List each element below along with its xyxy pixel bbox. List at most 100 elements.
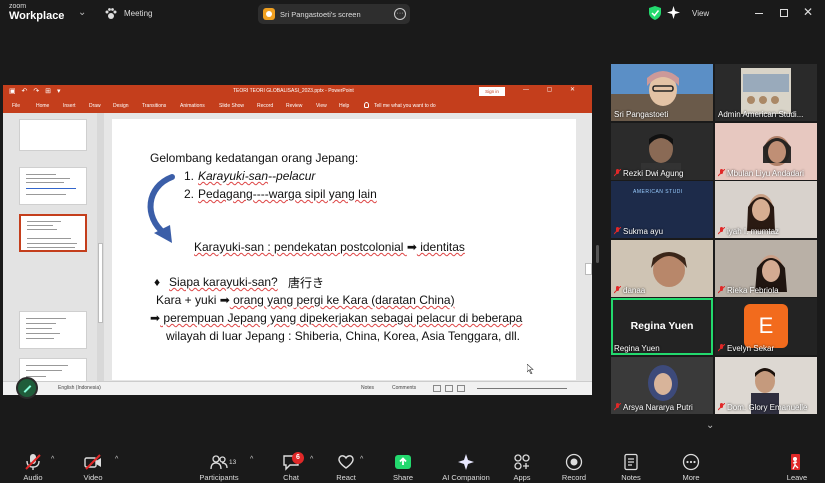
participant-tile-active-speaker[interactable]: Regina Yuen Regina Yuen <box>611 298 713 355</box>
ppt-menu-view[interactable]: View <box>316 103 327 109</box>
approach-line: Karayuki-san : pendekatan postcolonial ➡… <box>194 240 465 254</box>
participant-tile[interactable]: danaa <box>611 240 713 297</box>
participant-tile[interactable]: iyah I. mumtaz <box>715 181 817 238</box>
mic-muted-icon <box>718 227 725 235</box>
notes-button[interactable]: Notes <box>614 448 648 483</box>
share-button[interactable]: Share <box>384 448 422 483</box>
status-notes[interactable]: Notes <box>361 385 374 391</box>
participant-display-name: Regina Yuen <box>630 320 694 332</box>
video-button[interactable]: Video <box>74 448 112 483</box>
participant-tile[interactable]: Arsya Nararya Putri <box>611 357 713 414</box>
ppt-menu-slideshow[interactable]: Slide Show <box>219 103 244 109</box>
ppt-window-controls[interactable]: — ▢ ✕ <box>523 86 583 93</box>
curved-arrow-icon <box>147 174 175 243</box>
slide-thumbnail[interactable] <box>19 311 87 349</box>
ppt-menu-design[interactable]: Design <box>113 103 129 109</box>
ppt-menu-animations[interactable]: Animations <box>180 103 205 109</box>
ppt-menu-record[interactable]: Record <box>257 103 273 109</box>
participant-name: Sukma ayu <box>623 227 664 236</box>
slide-scrollbar[interactable] <box>585 113 592 381</box>
participant-tile[interactable]: Mbulan Liyu Andadari <box>715 123 817 180</box>
ppt-menu-draw[interactable]: Draw <box>89 103 101 109</box>
audio-options-icon[interactable]: ^ <box>51 456 54 463</box>
react-label: React <box>336 473 356 482</box>
slide-heading: Gelombang kedatangan orang Jepang: <box>150 151 359 165</box>
participant-name: danaa <box>623 286 646 295</box>
ppt-menu-transitions[interactable]: Transitions <box>142 103 166 109</box>
leave-label: Leave <box>786 473 808 482</box>
status-language[interactable]: English (Indonesia) <box>58 385 101 391</box>
react-options-icon[interactable]: ^ <box>360 456 363 463</box>
ppt-menu-review[interactable]: Review <box>286 103 302 109</box>
sparkle-icon[interactable] <box>667 6 680 19</box>
slide-thumbnail[interactable] <box>19 167 87 205</box>
maximize-icon[interactable] <box>780 9 788 17</box>
participant-tile[interactable]: Sri Pangastoeti <box>611 64 713 121</box>
leave-button[interactable]: Leave <box>780 448 814 483</box>
mic-muted-icon <box>718 286 725 294</box>
quick-access-icons[interactable]: ▣ ↶ ↷ ⊞ ▾ <box>9 87 63 95</box>
more-label: More <box>682 473 700 482</box>
ppt-title-bar: ▣ ↶ ↷ ⊞ ▾ TEORI TEORI GLOBALISASI_2023.p… <box>3 85 592 98</box>
record-button[interactable]: Record <box>556 448 592 483</box>
status-comments[interactable]: Comments <box>392 385 416 391</box>
participant-tile[interactable]: E Evelyn Sekar <box>715 298 817 355</box>
chevron-down-icon[interactable]: ⌄ <box>706 420 714 431</box>
video-label: Video <box>83 473 103 482</box>
participant-tile[interactable]: AMERICAN STUDI Sukma ayu <box>611 181 713 238</box>
ppt-signin-button[interactable]: Sign in <box>479 87 505 96</box>
chevron-down-icon[interactable]: ⌄ <box>78 7 86 18</box>
ppt-menu-help[interactable]: Help <box>339 103 349 109</box>
slide-thumbnail[interactable] <box>19 119 87 151</box>
more-button[interactable]: More <box>674 448 708 483</box>
participant-tile[interactable]: Dom. Glory Emanuelle <box>715 357 817 414</box>
panel-resize-handle[interactable] <box>596 245 599 263</box>
video-options-icon[interactable]: ^ <box>115 456 118 463</box>
participants-options-icon[interactable]: ^ <box>250 456 253 463</box>
ai-companion-button[interactable]: AI Companion <box>436 448 496 483</box>
ppt-menu-file[interactable]: File <box>12 103 20 109</box>
item2-number: 2. <box>184 187 195 201</box>
participant-tile[interactable]: Admin American Studi... <box>715 64 817 121</box>
normal-view-icon[interactable] <box>433 385 441 392</box>
mic-muted-icon <box>614 227 621 235</box>
reading-view-icon[interactable] <box>457 385 465 392</box>
apps-label: Apps <box>513 473 531 482</box>
participant-tile[interactable]: Rieka Febriola <box>715 240 817 297</box>
paw-icon[interactable] <box>104 7 118 21</box>
ppt-tell-me[interactable]: Tell me what you want to do <box>374 103 436 109</box>
ppt-menu-home[interactable]: Home <box>36 103 49 109</box>
participant-name: Rieka Febriola <box>727 286 779 295</box>
sorter-view-icon[interactable] <box>445 385 453 392</box>
question-line: Siapa karayuki-san? <box>169 275 278 289</box>
view-button[interactable]: View <box>692 9 709 18</box>
apps-icon <box>514 454 530 470</box>
audio-button[interactable]: Audio <box>14 448 52 483</box>
zoom-slider[interactable] <box>477 388 567 389</box>
ppt-menu-insert[interactable]: Insert <box>63 103 76 109</box>
mic-muted-icon <box>614 286 621 294</box>
more-options-icon[interactable]: ··· <box>394 8 406 20</box>
react-button[interactable]: React <box>328 448 364 483</box>
participants-button[interactable]: Participants <box>194 448 244 483</box>
screen-share-indicator[interactable]: Sri Pangastoeti's screen ··· <box>258 4 410 24</box>
apps-button[interactable]: Apps <box>506 448 538 483</box>
participant-tile[interactable]: Rezki Dwi Agung <box>611 123 713 180</box>
chat-button[interactable]: Chat <box>272 448 310 483</box>
slide-thumbnail-selected[interactable] <box>19 214 87 252</box>
thumbnail-scrollbar[interactable] <box>97 113 104 381</box>
audio-label: Audio <box>23 473 43 482</box>
participant-name: Mbulan Liyu Andadari <box>727 169 804 178</box>
shield-icon[interactable] <box>649 6 661 20</box>
kara-yuki-line: Kara + yuki ➡ orang yang pergi ke Kara (… <box>156 293 455 307</box>
slide-canvas: Gelombang kedatangan orang Jepang: 1. Ka… <box>112 119 576 380</box>
kanji-text: 唐行き <box>288 276 325 290</box>
screen-share-icon <box>263 8 275 20</box>
ppt-ribbon-menu: File Home Insert Draw Design Transitions… <box>3 98 592 113</box>
close-icon[interactable]: ✕ <box>803 5 813 19</box>
chat-options-icon[interactable]: ^ <box>310 456 313 463</box>
ppt-document-title: TEORI TEORI GLOBALISASI_2023.pptx - Powe… <box>233 88 354 94</box>
annotate-pen-icon[interactable] <box>16 377 38 399</box>
minimize-icon[interactable] <box>755 13 763 14</box>
item2: Pedagang----warga sipil yang lain <box>198 187 377 201</box>
